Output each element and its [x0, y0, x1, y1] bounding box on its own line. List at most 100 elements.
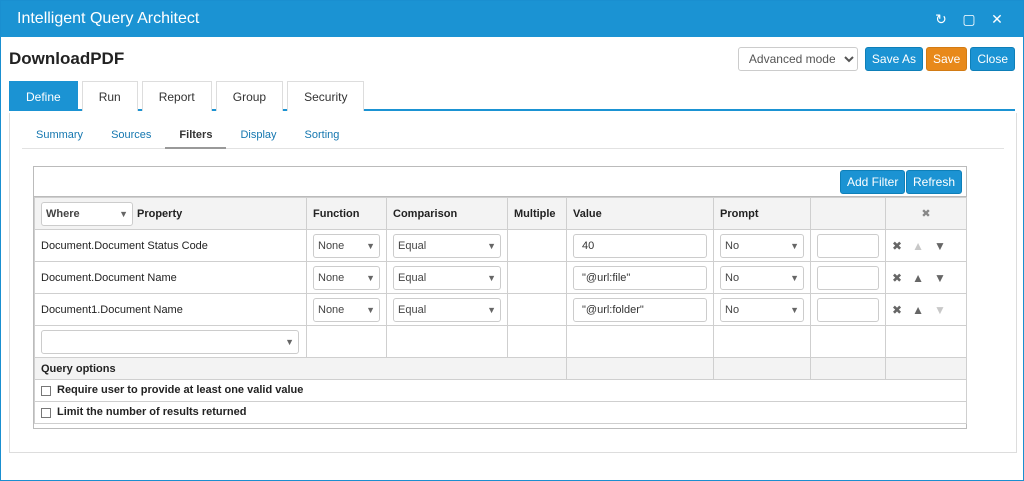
- prompt-value: No: [725, 303, 740, 316]
- comparison-select[interactable]: Equal ▼: [393, 297, 501, 322]
- prompt-select[interactable]: No ▼: [720, 233, 804, 258]
- chevron-down-icon: ▼: [487, 304, 496, 315]
- limit-results-label: Limit the number of results returned: [57, 406, 247, 419]
- delete-icon[interactable]: ✖: [892, 303, 902, 317]
- subtab-display[interactable]: Display: [226, 121, 290, 149]
- move-up-icon: ▲: [912, 238, 924, 253]
- save-as-button[interactable]: Save As: [864, 47, 923, 71]
- require-valid-label: Require user to provide at least one val…: [57, 384, 304, 397]
- maximize-icon[interactable]: ▢: [955, 5, 983, 33]
- property-column-label: Property: [137, 207, 183, 220]
- tab-run[interactable]: Run: [81, 81, 138, 111]
- new-property-select[interactable]: ▼: [41, 329, 299, 354]
- move-up-icon[interactable]: ▲: [912, 303, 924, 317]
- tab-group[interactable]: Group: [215, 81, 284, 111]
- function-select[interactable]: None ▼: [313, 265, 380, 290]
- tab-report[interactable]: Report: [141, 81, 212, 111]
- tab-security[interactable]: Security: [287, 81, 365, 111]
- filters-toolbar: Add Filter Refresh: [34, 167, 966, 197]
- limit-results-checkbox[interactable]: [41, 407, 51, 418]
- sub-tabs: Summary Sources Filters Display Sorting: [22, 121, 1004, 149]
- page-header: DownloadPDF Advanced mode Save As Save C…: [1, 37, 1023, 81]
- extra-input[interactable]: [817, 297, 879, 322]
- value-header: Value: [566, 197, 714, 230]
- option-require-row: Require user to provide at least one val…: [34, 379, 967, 402]
- mode-select[interactable]: Advanced mode: [737, 47, 858, 71]
- prompt-select[interactable]: No ▼: [720, 265, 804, 290]
- chevron-down-icon: ▼: [366, 304, 375, 315]
- close-button[interactable]: Close: [970, 47, 1015, 71]
- extra-input[interactable]: [817, 233, 879, 258]
- prompt-select[interactable]: No ▼: [720, 297, 804, 322]
- add-filter-button[interactable]: Add Filter: [840, 170, 906, 194]
- where-label: Where: [46, 207, 80, 220]
- prompt-value: No: [725, 239, 740, 252]
- move-down-icon: ▼: [933, 302, 946, 317]
- main-tabs: Define Run Report Group Security: [9, 81, 1015, 111]
- row-property: Document1.Document Name: [34, 293, 307, 326]
- tab-define[interactable]: Define: [9, 81, 78, 111]
- function-header: Function: [306, 197, 387, 230]
- window-title: Intelligent Query Architect: [17, 10, 200, 27]
- extra-input[interactable]: [817, 265, 879, 290]
- chevron-down-icon: ▼: [366, 240, 375, 251]
- function-value: None: [318, 239, 345, 252]
- subtab-sources[interactable]: Sources: [97, 121, 165, 149]
- comparison-select[interactable]: Equal ▼: [393, 265, 501, 290]
- chevron-down-icon: ▼: [285, 336, 294, 347]
- subtab-sorting[interactable]: Sorting: [291, 121, 354, 149]
- property-header: Where ▼ Property: [34, 197, 307, 230]
- subtab-summary[interactable]: Summary: [22, 121, 97, 149]
- actions-header: ✖: [885, 197, 967, 230]
- prompt-header: Prompt: [713, 197, 811, 230]
- move-down-icon[interactable]: ▼: [934, 271, 946, 285]
- comparison-header: Comparison: [386, 197, 508, 230]
- filters-table: Where ▼ Property Function Comparison Mul…: [34, 197, 967, 424]
- refresh-icon[interactable]: ↻: [927, 5, 955, 33]
- value-input[interactable]: 40: [573, 233, 707, 258]
- row-property: Document.Document Name: [34, 261, 307, 294]
- function-select[interactable]: None ▼: [313, 233, 380, 258]
- table-row: Document1.Document Name None ▼ Equal ▼ "@u…: [34, 293, 967, 326]
- subtab-filters[interactable]: Filters: [165, 121, 227, 149]
- close-icon[interactable]: ✕: [983, 5, 1011, 33]
- require-valid-checkbox[interactable]: [41, 385, 51, 396]
- function-value: None: [318, 303, 345, 316]
- chevron-down-icon: ▼: [487, 240, 496, 251]
- chevron-down-icon: ▼: [790, 240, 799, 251]
- save-button[interactable]: Save: [925, 47, 968, 71]
- function-value: None: [318, 271, 345, 284]
- multiple-header: Multiple: [507, 197, 567, 230]
- define-panel: Summary Sources Filters Display Sorting …: [9, 113, 1017, 453]
- multiple-cell: [507, 293, 567, 326]
- delete-icon[interactable]: ✖: [892, 239, 902, 253]
- app-window: Intelligent Query Architect ↻ ▢ ✕ Downlo…: [0, 0, 1024, 481]
- comparison-value: Equal: [398, 271, 427, 284]
- value-input[interactable]: "@url:folder": [573, 297, 707, 322]
- function-select[interactable]: None ▼: [313, 297, 380, 322]
- delete-icon[interactable]: ✖: [892, 271, 902, 285]
- extra-header: [810, 197, 886, 230]
- new-filter-row: ▼: [34, 325, 967, 358]
- table-row: Document.Document Status Code None ▼ Equa…: [34, 229, 967, 262]
- chevron-down-icon: ▼: [790, 304, 799, 315]
- comparison-value: Equal: [398, 303, 427, 316]
- chevron-down-icon: ▼: [366, 272, 375, 283]
- page-title: DownloadPDF: [9, 49, 125, 68]
- move-up-icon[interactable]: ▲: [912, 271, 924, 285]
- title-bar: Intelligent Query Architect ↻ ▢ ✕: [1, 1, 1023, 37]
- comparison-select[interactable]: Equal ▼: [393, 233, 501, 258]
- remove-all-icon[interactable]: ✖: [921, 208, 930, 220]
- row-property: Document.Document Status Code: [34, 229, 307, 262]
- chevron-down-icon: ▼: [119, 208, 128, 219]
- refresh-button[interactable]: Refresh: [906, 170, 963, 194]
- comparison-value: Equal: [398, 239, 427, 252]
- option-limit-row: Limit the number of results returned: [34, 401, 967, 424]
- filters-grid: Add Filter Refresh Where ▼ Property Func…: [33, 166, 967, 429]
- move-down-icon[interactable]: ▼: [934, 239, 946, 253]
- query-options-row: Query options: [34, 357, 967, 380]
- multiple-cell: [507, 229, 567, 262]
- chevron-down-icon: ▼: [487, 272, 496, 283]
- where-select[interactable]: Where ▼: [41, 201, 133, 226]
- value-input[interactable]: "@url:file": [573, 265, 707, 290]
